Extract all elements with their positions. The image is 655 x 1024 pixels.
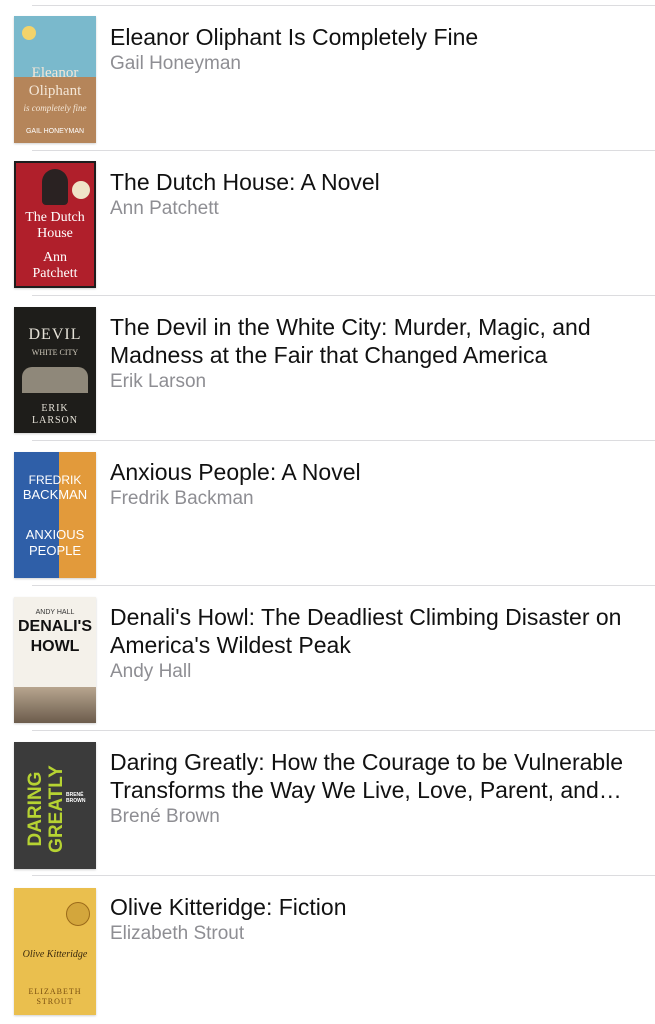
cover-author: BRENÉ BROWN [66, 792, 86, 804]
list-item[interactable]: Eleanor Oliphant is completely fine GAIL… [0, 6, 655, 151]
cover-title-line: DEVIL [28, 326, 82, 343]
list-item[interactable]: FREDRIK BACKMAN ANXIOUS PEOPLE Anxious P… [0, 441, 655, 586]
cover-title-line: Eleanor [31, 65, 79, 81]
book-title: Eleanor Oliphant Is Completely Fine [110, 24, 479, 50]
book-author: Ann Patchett [110, 198, 219, 219]
book-author: Erik Larson [110, 371, 207, 392]
cover-title-line: WHITE CITY [31, 348, 79, 357]
cover-title-line: ANXIOUS [25, 527, 85, 542]
book-title: The Dutch House: A Novel [110, 169, 380, 195]
book-cover[interactable]: Olive Kitteridge ELIZABETH STROUT [14, 888, 96, 1015]
climbers-photo [14, 687, 96, 723]
building-illustration [22, 367, 88, 393]
book-author: Fredrik Backman [110, 488, 254, 509]
cover-title-line: HOWL [30, 638, 80, 655]
cover-author: ANDY HALL [35, 609, 75, 616]
cover-title-line: DARING [25, 771, 46, 847]
cover-author-line: BACKMAN [22, 487, 88, 502]
cover-author-line: Patchett [32, 266, 78, 281]
cover-title-line: The Dutch [25, 210, 85, 225]
book-title: The Devil in the White City: Murder, Mag… [110, 314, 591, 368]
list-item[interactable]: DEVIL WHITE CITY ERIK LARSON The Devil i… [0, 296, 655, 441]
book-cover[interactable]: The Dutch House Ann Patchett [14, 161, 96, 288]
cover-subtitle: is completely fine [23, 103, 87, 113]
book-title: Olive Kitteridge: Fiction [110, 894, 347, 920]
list-item[interactable]: DARING GREATLY BRENÉ BROWN Daring Greatl… [0, 731, 655, 876]
list-item[interactable]: ANDY HALL DENALI'S HOWL Denali's Howl: T… [0, 586, 655, 731]
book-cover[interactable]: DEVIL WHITE CITY ERIK LARSON [14, 307, 96, 433]
book-cover[interactable]: Eleanor Oliphant is completely fine GAIL… [14, 16, 96, 143]
award-sticker-icon [72, 181, 90, 199]
cover-author-line: FREDRIK [28, 473, 82, 487]
portrait-figure [42, 169, 68, 205]
cover-title-line: Oliphant [28, 83, 82, 99]
book-author: Brené Brown [110, 806, 220, 827]
book-author: Gail Honeyman [110, 53, 241, 74]
list-item[interactable]: Olive Kitteridge ELIZABETH STROUT Olive … [0, 876, 655, 1021]
list-item[interactable]: The Dutch House Ann Patchett The Dutch H… [0, 151, 655, 296]
cover-title-line: GREATLY [46, 765, 67, 853]
cover-author-line: STROUT [36, 997, 74, 1006]
book-author: Andy Hall [110, 661, 192, 682]
cover-title-line: Olive Kitteridge [22, 949, 88, 960]
book-title: Anxious People: A Novel [110, 459, 361, 485]
book-title: Denali's Howl: The Deadliest Climbing Di… [110, 604, 622, 658]
cover-title-line: PEOPLE [28, 543, 82, 558]
book-cover[interactable]: FREDRIK BACKMAN ANXIOUS PEOPLE [14, 452, 96, 578]
book-title: Daring Greatly: How the Courage to be Vu… [110, 749, 624, 803]
award-sticker-icon [22, 26, 36, 40]
award-seal-icon [66, 902, 90, 926]
cover-author-line: LARSON [31, 415, 78, 426]
book-cover[interactable]: DARING GREATLY BRENÉ BROWN [14, 742, 96, 869]
cover-author: GAIL HONEYMAN [25, 128, 85, 135]
book-author: Elizabeth Strout [110, 923, 245, 944]
cover-author-line: ELIZABETH [28, 987, 82, 996]
cover-title-line: DENALI'S [17, 618, 93, 635]
cover-author-line: Ann [42, 250, 68, 265]
cover-author-line: ERIK [41, 403, 69, 414]
cover-title-line: House [37, 226, 73, 241]
book-cover[interactable]: ANDY HALL DENALI'S HOWL [14, 597, 96, 723]
